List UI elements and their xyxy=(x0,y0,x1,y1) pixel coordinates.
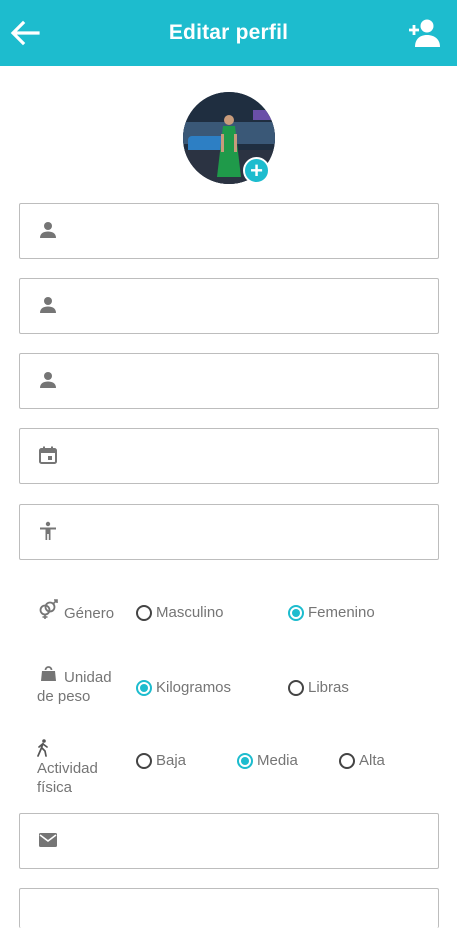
radio-button[interactable] xyxy=(136,752,152,769)
activity-option-alta[interactable]: Alta xyxy=(339,752,385,769)
radio-label: Baja xyxy=(156,752,187,769)
person-icon xyxy=(40,297,56,313)
person-icon xyxy=(40,222,56,238)
username-field[interactable] xyxy=(19,353,439,409)
first-name-field[interactable] xyxy=(19,203,439,259)
birthdate-input[interactable] xyxy=(76,437,430,477)
weight-unit-label-line1: Unidad xyxy=(64,669,112,686)
gender-icon xyxy=(39,599,58,619)
person-icon xyxy=(40,372,56,388)
radio-label: Alta xyxy=(359,752,385,769)
activity-label-line1: Actividad xyxy=(37,760,98,777)
page-title: Editar perfil xyxy=(168,21,289,44)
activity-option-baja[interactable]: Baja xyxy=(136,752,186,769)
radio-button[interactable] xyxy=(136,604,152,621)
calendar-icon xyxy=(39,446,57,464)
weight-unit-label-line2: de peso xyxy=(37,688,91,705)
birthdate-field[interactable] xyxy=(19,428,439,484)
profile-avatar[interactable]: + xyxy=(183,92,275,184)
radio-label: Libras xyxy=(308,679,349,696)
radio-label: Kilogramos xyxy=(156,679,232,696)
radio-button[interactable] xyxy=(136,679,152,696)
accessibility-icon xyxy=(40,521,56,540)
weight-icon xyxy=(41,666,56,681)
radio-button[interactable] xyxy=(288,604,304,621)
first-name-input[interactable] xyxy=(76,212,430,252)
username-input[interactable] xyxy=(76,362,430,402)
radio-button[interactable] xyxy=(288,679,304,696)
activity-option-media[interactable]: Media xyxy=(237,752,298,769)
last-name-input[interactable] xyxy=(76,287,430,327)
activity-label-line2: física xyxy=(37,779,73,796)
radio-button[interactable] xyxy=(237,752,253,769)
email-input[interactable] xyxy=(76,822,430,862)
weight-option-kilogramos[interactable]: Kilogramos xyxy=(136,679,231,696)
radio-button[interactable] xyxy=(339,752,355,769)
radio-label: Femenino xyxy=(308,604,375,621)
height-field[interactable] xyxy=(19,504,439,560)
app-bar: Editar perfil xyxy=(0,0,457,66)
height-input[interactable] xyxy=(76,513,430,553)
add-photo-button[interactable]: + xyxy=(243,157,270,184)
last-name-field[interactable] xyxy=(19,278,439,334)
next-field-partial[interactable] xyxy=(19,888,439,928)
radio-label: Media xyxy=(257,752,298,769)
weight-option-libras[interactable]: Libras xyxy=(288,679,349,696)
gender-option-femenino[interactable]: Femenino xyxy=(288,604,375,621)
gender-option-masculino[interactable]: Masculino xyxy=(136,604,224,621)
mail-icon xyxy=(39,833,57,847)
radio-label: Masculino xyxy=(156,604,224,621)
gender-label: Género xyxy=(64,605,115,622)
person-add-icon[interactable] xyxy=(406,17,442,49)
email-field[interactable] xyxy=(19,813,439,869)
walking-icon xyxy=(37,739,48,757)
